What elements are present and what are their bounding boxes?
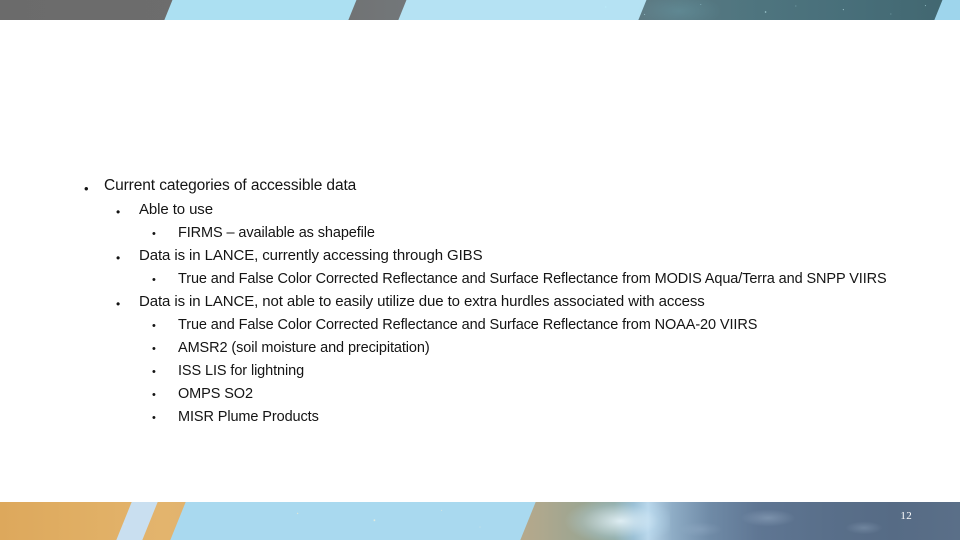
bullet-item-level3: • True and False Color Corrected Reflect…	[0, 315, 960, 335]
bullet-text: AMSR2 (soil moisture and precipitation)	[178, 340, 430, 356]
bullet-text: ISS LIS for lightning	[178, 363, 305, 379]
bullet-text: Able to use	[139, 201, 213, 218]
bullet-marker-icon: •	[116, 297, 121, 311]
bullet-item-level2: • Able to use	[0, 200, 960, 220]
bullet-item-level3: • AMSR2 (soil moisture and precipitation…	[0, 338, 960, 358]
slide-body-content: • Current categories of accessible data …	[0, 176, 960, 430]
bullet-item-level2: • Data is in LANCE, not able to easily u…	[0, 292, 960, 312]
bottom-banner-graphic: 12	[0, 502, 960, 540]
bullet-text: True and False Color Corrected Reflectan…	[178, 271, 887, 287]
bullet-text: True and False Color Corrected Reflectan…	[178, 317, 758, 333]
banner-accent-shape-1	[161, 0, 359, 20]
bullet-marker-icon: •	[116, 251, 121, 265]
bullet-item-level2: • Data is in LANCE, currently accessing …	[0, 246, 960, 266]
bullet-text: Data is in LANCE, not able to easily uti…	[139, 293, 705, 310]
bullet-marker-icon: •	[152, 228, 156, 240]
bullet-marker-icon: •	[152, 343, 156, 355]
bullet-item-level3: • FIRMS – available as shapefile	[0, 223, 960, 243]
bullet-text: Data is in LANCE, currently accessing th…	[139, 247, 483, 264]
bullet-item-level3: • MISR Plume Products	[0, 407, 960, 427]
bullet-item-level3: • True and False Color Corrected Reflect…	[0, 269, 960, 289]
bullet-marker-icon: •	[152, 274, 156, 286]
starfield-texture	[528, 0, 960, 20]
top-banner-graphic	[0, 0, 960, 20]
slide: • Current categories of accessible data …	[0, 0, 960, 540]
bullet-marker-icon: •	[152, 366, 156, 378]
bullet-item-level1: • Current categories of accessible data	[0, 176, 960, 196]
bullet-marker-icon: •	[84, 181, 89, 196]
bullet-item-level3: • OMPS SO2	[0, 384, 960, 404]
bullet-marker-icon: •	[152, 320, 156, 332]
bullet-text: MISR Plume Products	[178, 409, 319, 425]
bullet-marker-icon: •	[152, 389, 156, 401]
bullet-text: Current categories of accessible data	[104, 177, 357, 194]
bullet-marker-icon: •	[116, 205, 121, 219]
bullet-text: FIRMS – available as shapefile	[178, 225, 375, 241]
page-number: 12	[900, 510, 912, 522]
bullet-marker-icon: •	[152, 412, 156, 424]
bullet-text: OMPS SO2	[178, 386, 253, 402]
bullet-item-level3: • ISS LIS for lightning	[0, 361, 960, 381]
footer-texture	[0, 502, 960, 540]
